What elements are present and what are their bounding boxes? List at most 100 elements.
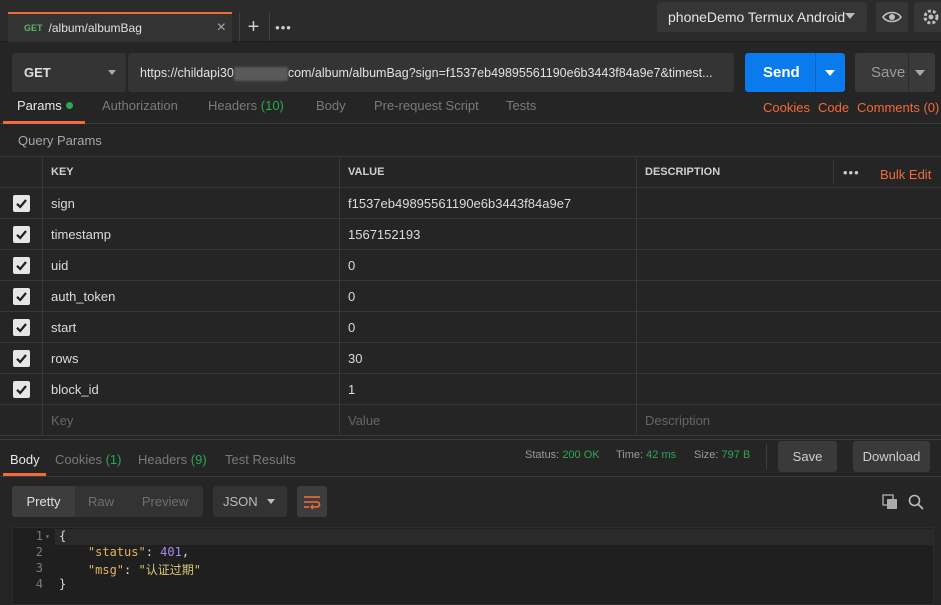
- new-tab-button[interactable]: +: [239, 13, 267, 41]
- current-line-highlight: [55, 529, 933, 545]
- download-response-button[interactable]: Download: [853, 441, 930, 472]
- param-key[interactable]: sign: [43, 188, 340, 218]
- param-key[interactable]: start: [43, 312, 340, 342]
- chevron-down-icon: [845, 13, 855, 19]
- bulk-edit-button[interactable]: Bulk Edit: [880, 167, 931, 182]
- param-value[interactable]: 0: [340, 312, 637, 342]
- method-select[interactable]: GET: [12, 53, 126, 92]
- param-key[interactable]: rows: [43, 343, 340, 373]
- line-number: 4: [35, 577, 43, 591]
- tab-authorization[interactable]: Authorization: [102, 98, 178, 113]
- query-params-title: Query Params: [18, 133, 102, 148]
- status-divider: [766, 444, 767, 469]
- size-value: 797 B: [721, 449, 751, 461]
- tab-response-body[interactable]: Body: [10, 452, 40, 467]
- param-value[interactable]: 1: [340, 374, 637, 404]
- param-checkbox[interactable]: [12, 349, 30, 367]
- request-tab[interactable]: GET /album/albumBag ×: [8, 12, 232, 42]
- close-icon[interactable]: ×: [217, 19, 226, 37]
- view-preview[interactable]: Preview: [127, 486, 203, 517]
- header-check-cell: [0, 157, 43, 187]
- param-description[interactable]: [637, 219, 941, 249]
- response-body-editor[interactable]: 1 ▾ { 2 "status": 401, 3 "msg": "认证过期" 4…: [12, 527, 934, 605]
- format-select[interactable]: JSON: [213, 486, 287, 517]
- line-number: 2: [35, 545, 43, 559]
- tab-response-headers[interactable]: Headers (9): [138, 452, 207, 467]
- param-key[interactable]: timestamp: [43, 219, 340, 249]
- param-description[interactable]: [637, 374, 941, 404]
- view-raw[interactable]: Raw: [75, 486, 127, 517]
- wrap-lines-button[interactable]: [297, 486, 327, 517]
- param-check-cell: [0, 219, 43, 249]
- environment-quick-look-button[interactable]: [876, 2, 908, 32]
- param-value[interactable]: 30: [340, 343, 637, 373]
- json-separator: :: [145, 545, 161, 559]
- param-description[interactable]: [637, 343, 941, 373]
- headers-count: (10): [260, 98, 284, 113]
- param-checkbox[interactable]: [12, 194, 30, 212]
- copy-response-button[interactable]: [882, 494, 898, 513]
- url-input[interactable]: https://childapi30 com/album/albumBag?si…: [128, 53, 734, 92]
- param-row: auth_token 0: [0, 281, 941, 312]
- settings-button[interactable]: [914, 2, 941, 32]
- tab-tests[interactable]: Tests: [506, 98, 536, 113]
- save-button[interactable]: Save: [855, 53, 935, 92]
- send-options-chevron-icon[interactable]: [825, 70, 835, 76]
- method-label: GET: [24, 65, 51, 80]
- cookies-link[interactable]: Cookies: [763, 100, 810, 115]
- param-value[interactable]: 0: [340, 250, 637, 280]
- param-row: timestamp 1567152193: [0, 219, 941, 250]
- param-checkbox[interactable]: [12, 287, 30, 305]
- fold-arrow-icon[interactable]: ▾: [45, 532, 50, 541]
- param-value[interactable]: 0: [340, 281, 637, 311]
- tab-params-label: Params: [17, 98, 62, 113]
- comments-link[interactable]: Comments (0): [857, 100, 939, 115]
- param-checkbox[interactable]: [12, 225, 30, 243]
- param-description[interactable]: [637, 281, 941, 311]
- param-description[interactable]: [637, 250, 941, 280]
- tab-headers[interactable]: Headers (10): [208, 98, 284, 113]
- param-description[interactable]: [637, 188, 941, 218]
- url-suffix: com/album/albumBag?sign=f1537eb498955611…: [287, 65, 713, 80]
- view-pretty[interactable]: Pretty: [12, 486, 75, 517]
- param-check-cell: [0, 188, 43, 218]
- new-value-input[interactable]: Value: [340, 405, 637, 435]
- param-checkbox[interactable]: [12, 256, 30, 274]
- save-divider: [908, 53, 909, 92]
- code-link[interactable]: Code: [818, 100, 849, 115]
- chevron-down-icon: [267, 499, 275, 504]
- search-response-button[interactable]: [908, 494, 924, 513]
- new-key-input[interactable]: Key: [43, 405, 340, 435]
- param-key[interactable]: block_id: [43, 374, 340, 404]
- code-line: {: [59, 529, 67, 543]
- send-button[interactable]: Send: [745, 53, 845, 92]
- size-label: Size:: [694, 449, 719, 461]
- save-options-chevron-icon[interactable]: [915, 70, 925, 76]
- more-tabs-button[interactable]: •••: [269, 13, 297, 41]
- tab-params[interactable]: Params: [17, 98, 73, 113]
- param-value[interactable]: 1567152193: [340, 219, 637, 249]
- param-key[interactable]: auth_token: [43, 281, 340, 311]
- column-options-button[interactable]: •••: [843, 165, 860, 180]
- param-row: block_id 1: [0, 374, 941, 405]
- param-row: rows 30: [0, 343, 941, 374]
- tab-test-results[interactable]: Test Results: [225, 452, 296, 467]
- param-value[interactable]: f1537eb49895561190e6b3443f84a9e7: [340, 188, 637, 218]
- json-key: "status": [87, 545, 146, 559]
- response-headers-count: (9): [190, 452, 207, 467]
- tab-response-cookies[interactable]: Cookies (1): [55, 452, 121, 467]
- new-description-input[interactable]: Description: [637, 405, 941, 435]
- param-key[interactable]: uid: [43, 250, 340, 280]
- tab-response-cookies-label: Cookies: [55, 452, 102, 467]
- tab-body[interactable]: Body: [316, 98, 346, 113]
- tab-prerequest-script[interactable]: Pre-request Script: [374, 98, 479, 113]
- param-checkbox[interactable]: [12, 318, 30, 336]
- environment-select[interactable]: phoneDemo Termux Android: [657, 2, 867, 32]
- param-description[interactable]: [637, 312, 941, 342]
- json-separator: :: [124, 563, 139, 577]
- eye-icon: [882, 11, 902, 23]
- tab-title: /album/albumBag: [48, 21, 142, 35]
- param-checkbox[interactable]: [12, 380, 30, 398]
- save-response-button[interactable]: Save: [778, 441, 837, 472]
- tab-headers-label: Headers: [208, 98, 258, 113]
